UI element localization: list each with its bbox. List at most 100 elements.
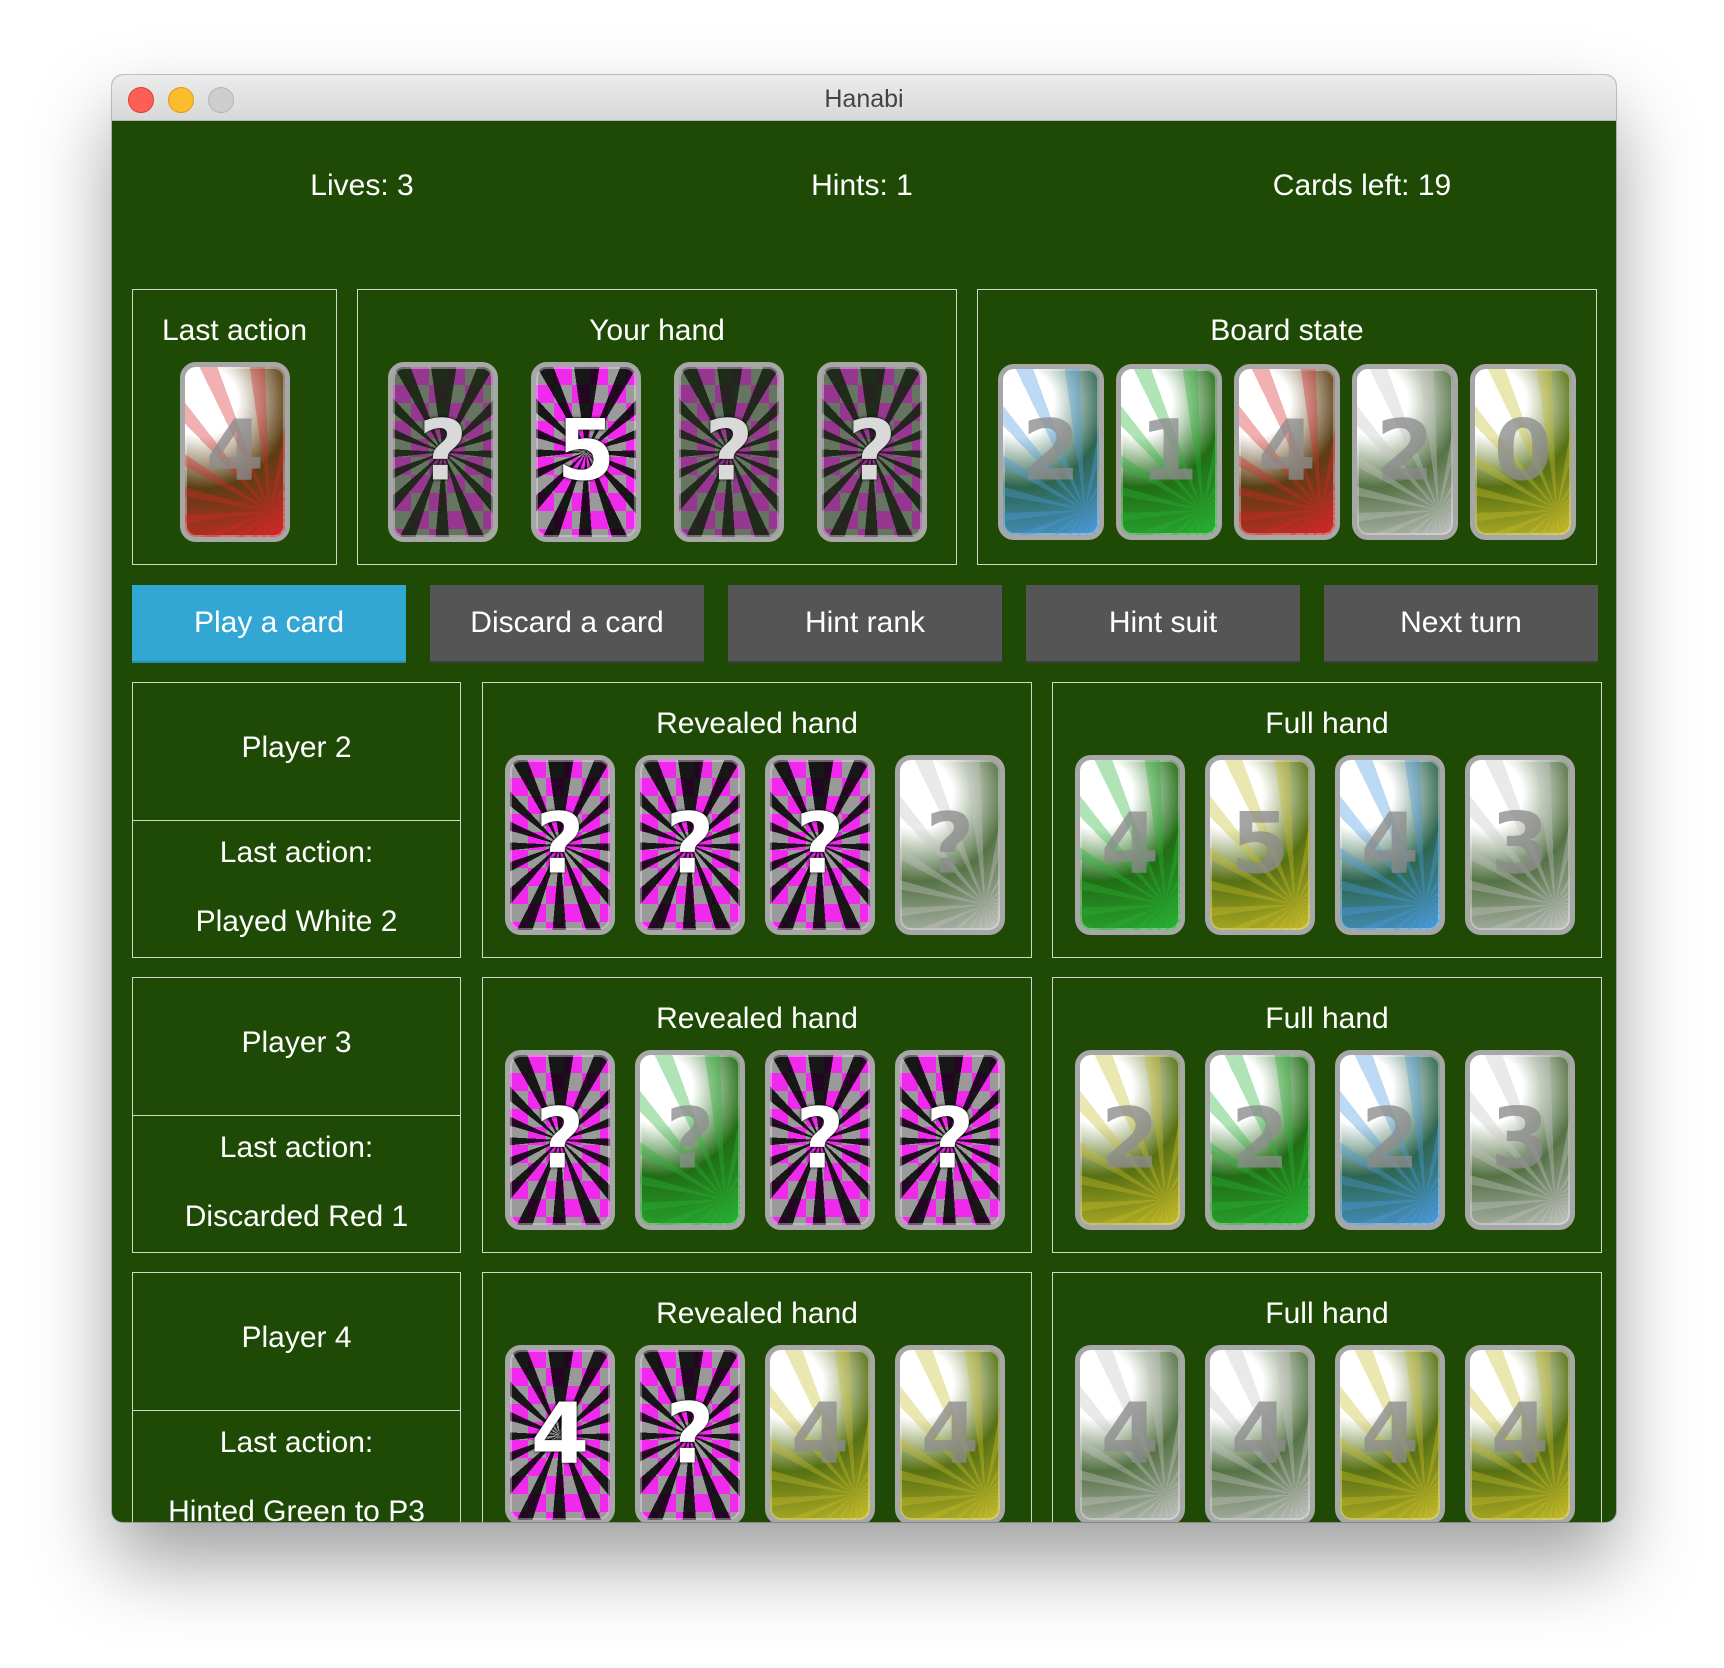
hints-counter: Hints: 1 <box>811 169 913 202</box>
revealed-card-3[interactable]: ? <box>765 755 875 935</box>
card-rank-label: 2 <box>1375 401 1435 500</box>
revealed-card-2[interactable]: ? <box>635 755 745 935</box>
card-rank-label: 4 <box>1230 1384 1290 1483</box>
player-2-info: Player 2 Last action: Played White 2 <box>132 682 461 958</box>
full-hand-card-2[interactable]: 4 <box>1205 1345 1315 1522</box>
player-last-action: Hinted Green to P3 <box>168 1495 425 1522</box>
play-a-card-button[interactable]: Play a card <box>132 585 406 663</box>
last-action-label: Last action: <box>219 1131 374 1164</box>
card-rank-label: ? <box>535 1089 585 1188</box>
revealed-card-4[interactable]: ? <box>895 755 1005 935</box>
revealed-card-4[interactable]: 4 <box>895 1345 1005 1522</box>
last-action-title: Last action <box>161 314 308 347</box>
next-turn-button[interactable]: Next turn <box>1324 585 1598 663</box>
your-hand-card-4[interactable]: ? <box>817 362 927 542</box>
player-info-divider <box>133 1115 460 1116</box>
hanabi-window: Hanabi Lives: 3 Hints: 1 Cards left: 19 … <box>112 75 1616 1522</box>
full-hand-card-4[interactable]: 4 <box>1465 1345 1575 1522</box>
revealed-card-4[interactable]: ? <box>895 1050 1005 1230</box>
full-hand-card-3[interactable]: 4 <box>1335 1345 1445 1522</box>
card-rank-label: 4 <box>205 401 265 500</box>
last-action-panel: Last action 4 <box>132 289 337 565</box>
last-action-label: Last action: <box>219 836 374 869</box>
revealed-card-2[interactable]: ? <box>635 1050 745 1230</box>
player-name: Player 2 <box>241 731 352 764</box>
card-rank-label: 1 <box>1139 401 1199 500</box>
full-hand-card-2[interactable]: 2 <box>1205 1050 1315 1230</box>
lives-counter: Lives: 3 <box>310 169 414 202</box>
revealed-card-3[interactable]: ? <box>765 1050 875 1230</box>
revealed-card-1[interactable]: 4 <box>505 1345 615 1522</box>
player-2-full-hand: Full hand 4 5 4 3 <box>1052 682 1602 958</box>
card-rank-label: ? <box>704 401 754 500</box>
card-rank-label: 4 <box>1490 1384 1550 1483</box>
full-hand-title: Full hand <box>1265 707 1389 740</box>
your-hand-card-1[interactable]: ? <box>388 362 498 542</box>
card-rank-label: ? <box>418 401 468 500</box>
your-hand-card-2[interactable]: 5 <box>531 362 641 542</box>
revealed-card-3[interactable]: 4 <box>765 1345 875 1522</box>
board-card-blue[interactable]: 2 <box>998 364 1104 540</box>
player-last-action: Played White 2 <box>195 905 398 938</box>
full-hand-card-3[interactable]: 2 <box>1335 1050 1445 1230</box>
card-rank-label: 4 <box>530 1384 590 1483</box>
player-4-info: Player 4 Last action: Hinted Green to P3 <box>132 1272 461 1522</box>
board-card-red[interactable]: 4 <box>1234 364 1340 540</box>
your-hand-panel: Your hand ? 5?? <box>357 289 957 565</box>
window-title: Hanabi <box>824 85 904 113</box>
board-card-yellow[interactable]: 0 <box>1470 364 1576 540</box>
player-2-revealed-hand: Revealed hand???? <box>482 682 1032 958</box>
board-state-title: Board state <box>1210 314 1364 347</box>
card-rank-label: ? <box>847 401 897 500</box>
board-card-green[interactable]: 1 <box>1116 364 1222 540</box>
player-last-action: Discarded Red 1 <box>184 1200 409 1233</box>
full-hand-card-2[interactable]: 5 <box>1205 755 1315 935</box>
card-rank-label: 2 <box>1230 1089 1290 1188</box>
hint-suit-button[interactable]: Hint suit <box>1026 585 1300 663</box>
card-rank-label: 4 <box>1100 794 1160 893</box>
card-rank-label: 4 <box>1360 794 1420 893</box>
card-rank-label: 2 <box>1100 1089 1160 1188</box>
player-3-revealed-hand: Revealed hand???? <box>482 977 1032 1253</box>
full-hand-title: Full hand <box>1265 1297 1389 1330</box>
game-table: Lives: 3 Hints: 1 Cards left: 19 Last ac… <box>112 121 1616 1522</box>
card-rank-label: 5 <box>556 401 616 500</box>
title-bar: Hanabi <box>112 75 1616 121</box>
player-3-info: Player 3 Last action: Discarded Red 1 <box>132 977 461 1253</box>
revealed-card-2[interactable]: ? <box>635 1345 745 1522</box>
revealed-card-1[interactable]: ? <box>505 1050 615 1230</box>
card-rank-label: 4 <box>1257 401 1317 500</box>
full-hand-card-3[interactable]: 4 <box>1335 755 1445 935</box>
discard-a-card-button[interactable]: Discard a card <box>430 585 704 663</box>
player-info-divider <box>133 820 460 821</box>
card-rank-label: 2 <box>1021 401 1081 500</box>
full-hand-title: Full hand <box>1265 1002 1389 1035</box>
card-rank-label: 5 <box>1230 794 1290 893</box>
cards-left-counter: Cards left: 19 <box>1272 169 1452 202</box>
full-hand-card-1[interactable]: 2 <box>1075 1050 1185 1230</box>
card-rank-label: ? <box>925 794 975 893</box>
card-rank-label: ? <box>795 1089 845 1188</box>
card-rank-label: 0 <box>1493 401 1553 500</box>
full-hand-card-1[interactable]: 4 <box>1075 1345 1185 1522</box>
last-action-card[interactable]: 4 <box>180 362 290 542</box>
board-state-panel: Board state 21420 <box>977 289 1597 565</box>
card-rank-label: ? <box>925 1089 975 1188</box>
last-action-label: Last action: <box>219 1426 374 1459</box>
revealed-card-1[interactable]: ? <box>505 755 615 935</box>
card-rank-label: ? <box>665 1089 715 1188</box>
your-hand-title: Your hand <box>589 314 725 347</box>
revealed-hand-title: Revealed hand <box>656 1297 858 1330</box>
card-rank-label: ? <box>665 794 715 893</box>
full-hand-card-1[interactable]: 4 <box>1075 755 1185 935</box>
card-rank-label: 4 <box>1360 1384 1420 1483</box>
your-hand-card-3[interactable]: ? <box>674 362 784 542</box>
player-4-full-hand: Full hand 4 4 4 4 <box>1052 1272 1602 1522</box>
full-hand-card-4[interactable]: 3 <box>1465 1050 1575 1230</box>
hint-rank-button[interactable]: Hint rank <box>728 585 1002 663</box>
card-rank-label: 4 <box>790 1384 850 1483</box>
player-3-full-hand: Full hand 2 2 2 3 <box>1052 977 1602 1253</box>
board-card-white[interactable]: 2 <box>1352 364 1458 540</box>
card-rank-label: 3 <box>1490 794 1550 893</box>
full-hand-card-4[interactable]: 3 <box>1465 755 1575 935</box>
